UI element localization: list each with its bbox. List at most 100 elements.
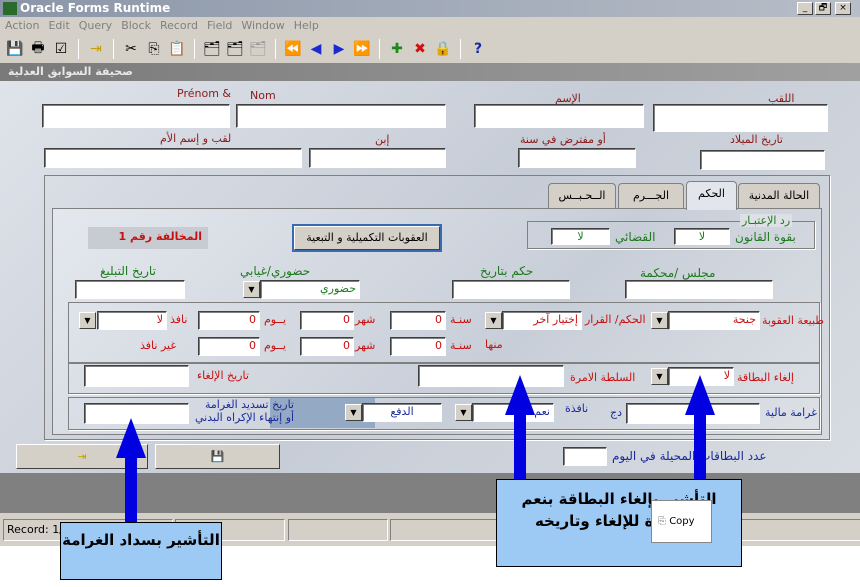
menu-bar: Action Edit Query Block Record Field Window Hel… — [0, 17, 860, 35]
save-icon[interactable]: 💾 — [6, 41, 24, 57]
penalty-type-select[interactable]: جنحة — [668, 311, 760, 330]
day-input[interactable]: 0 — [198, 311, 260, 330]
notify-date-label: تاريخ التبليغ — [100, 264, 156, 278]
authority-input[interactable] — [418, 365, 564, 387]
menu-query[interactable]: Query — [79, 19, 112, 32]
arrow-shaft-mid — [514, 410, 526, 480]
cards-per-day-input[interactable] — [563, 447, 607, 466]
complementary-penalties-button[interactable]: العقوبات التكميلية و التبعية — [294, 226, 440, 250]
tab-judgment[interactable]: الحكم — [686, 181, 737, 210]
penalty-type-dropdown-button[interactable]: ▼ — [651, 312, 668, 329]
decision-select[interactable]: إختيار آخر — [502, 311, 582, 330]
menu-window[interactable]: Window — [241, 19, 284, 32]
laqab-input[interactable] — [653, 104, 828, 132]
fine-effective-dropdown-button[interactable]: ▼ — [455, 404, 472, 421]
month-label-2: شهر — [355, 339, 376, 352]
print-icon[interactable]: 🖶 — [29, 37, 47, 61]
of-which-label: منها — [485, 338, 503, 351]
dob-input[interactable] — [700, 150, 825, 170]
window-title: Oracle Forms Runtime — [20, 1, 171, 15]
offense-number: المخالفة رقم 1 — [88, 227, 208, 249]
menu-record[interactable]: Record — [160, 19, 198, 32]
maximize-button[interactable]: 🗗 — [815, 2, 831, 15]
arrow-head-right — [685, 375, 715, 415]
judgment-date-input[interactable] — [452, 280, 570, 299]
enter-query-icon[interactable]: 🗂 — [203, 41, 221, 57]
insert-record-icon[interactable]: ✚ — [388, 41, 406, 57]
effective-select[interactable]: لا — [97, 311, 167, 330]
tab-crime[interactable]: الجـــرم — [618, 183, 684, 209]
arrow-shaft-right — [694, 410, 706, 480]
notify-date-input[interactable] — [75, 280, 185, 299]
judicial-input[interactable]: لا — [551, 228, 610, 245]
save-icon: 💾 — [210, 450, 225, 463]
nom-input[interactable] — [236, 104, 446, 128]
presence-label: حضوري/غيابي — [240, 264, 311, 278]
execute-query-icon[interactable]: 🗂 — [226, 41, 244, 57]
minimize-button[interactable]: _ — [797, 2, 813, 15]
cancel-query-icon[interactable]: 🗂 — [249, 41, 267, 57]
presence-dropdown-button[interactable]: ▼ — [243, 281, 260, 298]
cut-icon[interactable]: ✂ — [122, 41, 140, 57]
menu-field[interactable]: Field — [207, 19, 232, 32]
mother-name-input[interactable] — [44, 148, 302, 168]
currency-label: دج — [610, 406, 622, 419]
previous-record-icon[interactable]: ◀ — [307, 41, 325, 57]
copy-icon: ⎘ — [658, 516, 666, 527]
arrow-head-mid — [505, 375, 535, 415]
lock-record-icon[interactable]: 🔒 — [434, 41, 452, 57]
penalty-type-label: طبيعة العقوبة — [762, 314, 825, 327]
judicial-label: القضائي — [615, 230, 656, 244]
close-button[interactable]: × — [835, 2, 851, 15]
print-setup-icon[interactable]: ☑ — [52, 41, 70, 57]
effective-dropdown-button[interactable]: ▼ — [79, 312, 96, 329]
court-input[interactable] — [625, 280, 773, 299]
app-icon — [3, 2, 17, 15]
exit-icon[interactable]: ⇥ — [87, 41, 105, 57]
payment-dropdown-button[interactable]: ▼ — [345, 404, 362, 421]
exit-icon: ⇥ — [77, 450, 87, 463]
payment-date-label-1: تاريخ تسديد الغرامة — [205, 398, 294, 411]
year-label: سنـة — [450, 313, 472, 326]
last-record-icon[interactable]: ⏩ — [353, 41, 371, 57]
menu-block[interactable]: Block — [121, 19, 151, 32]
next-record-icon[interactable]: ▶ — [330, 41, 348, 57]
paste-icon[interactable]: 📋 — [168, 41, 186, 57]
title-bar: Oracle Forms Runtime — [0, 0, 860, 17]
menu-help[interactable]: Help — [294, 19, 319, 32]
year-input[interactable]: 0 — [390, 311, 446, 330]
decision-dropdown-button[interactable]: ▼ — [485, 312, 502, 329]
menu-action[interactable]: Action — [5, 19, 39, 32]
dob-label: تاريخ الميلاد — [730, 133, 783, 146]
copy-popup[interactable]: ⎘ Copy — [651, 500, 712, 543]
payment-select[interactable]: الدفع — [362, 403, 442, 422]
suspended-month-input[interactable]: 0 — [300, 337, 354, 356]
suspended-year-input[interactable]: 0 — [390, 337, 446, 356]
ism-input[interactable] — [474, 104, 644, 128]
form-title: صحيفة السوابق العدلية — [8, 65, 133, 78]
month-input[interactable]: 0 — [300, 311, 354, 330]
menu-edit[interactable]: Edit — [48, 19, 69, 32]
cancel-date-label: تاريخ الإلغاء — [197, 369, 249, 382]
payment-date-label-2: أو إنتهاء الإكراه البدني — [195, 411, 295, 424]
arrow-shaft-left — [125, 455, 137, 525]
tab-civil-status[interactable]: الحالة المدنية — [738, 183, 820, 209]
tab-detention[interactable]: الــحـبــس — [548, 183, 616, 209]
nom-label: Nom — [250, 89, 276, 102]
fine-effective-label: نافذة — [565, 402, 589, 415]
ibn-input[interactable] — [309, 148, 446, 168]
rehab-title: رد الإعتبـار — [740, 214, 793, 227]
copy-icon[interactable]: ⎘ — [145, 41, 163, 57]
presence-select[interactable]: حضوري — [260, 280, 360, 299]
suspended-day-input[interactable]: 0 — [198, 337, 260, 356]
ibn-label: إبن — [375, 133, 390, 146]
help-icon[interactable]: ? — [469, 41, 487, 57]
cancel-card-dropdown-button[interactable]: ▼ — [651, 368, 668, 385]
delete-record-icon[interactable]: ✖ — [411, 41, 429, 57]
save-button[interactable]: 💾 — [155, 444, 280, 469]
prenom-input[interactable] — [42, 104, 230, 128]
cancel-date-input[interactable] — [84, 365, 189, 387]
first-record-icon[interactable]: ⏪ — [284, 41, 302, 57]
by-law-input[interactable]: لا — [674, 228, 730, 245]
presumed-year-input[interactable] — [518, 148, 636, 168]
